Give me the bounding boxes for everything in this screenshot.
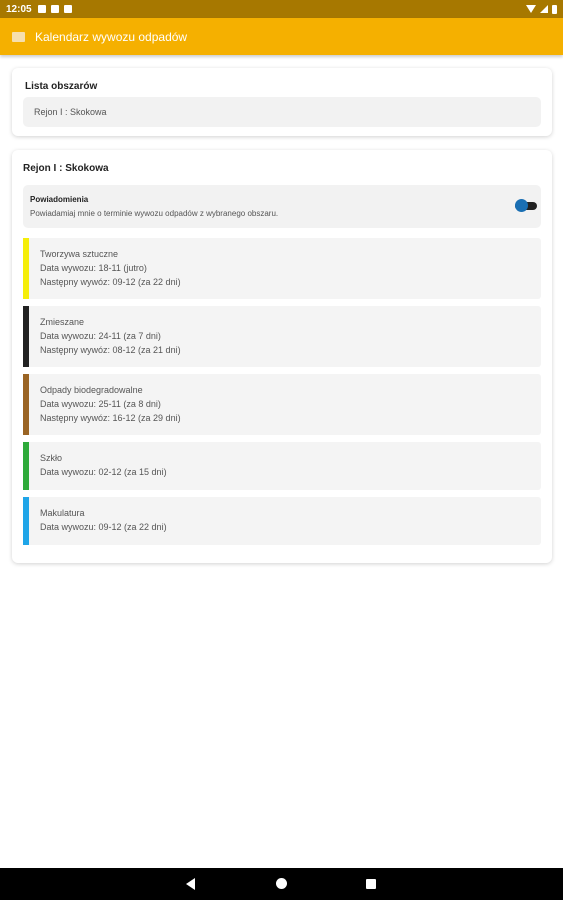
waste-color-bar	[23, 442, 29, 490]
waste-color-bar	[23, 374, 29, 435]
battery-icon	[552, 4, 557, 14]
waste-color-bar	[23, 238, 29, 299]
notifications-toggle[interactable]	[515, 199, 537, 212]
waste-item-glass[interactable]: Szkło Data wywozu: 02-12 (za 15 dni)	[23, 442, 541, 490]
app-title: Kalendarz wywozu odpadów	[35, 29, 188, 44]
notifications-title: Powiadomienia	[30, 195, 89, 204]
waste-name: Tworzywa sztuczne	[40, 249, 119, 259]
waste-name: Szkło	[40, 453, 63, 463]
area-list-title: Lista obszarów	[25, 81, 98, 92]
status-bar: 12:05	[0, 0, 563, 18]
waste-item-plastic[interactable]: Tworzywa sztuczne Data wywozu: 18-11 (ju…	[23, 238, 541, 299]
back-icon[interactable]	[186, 878, 195, 890]
waste-next-date: Następny wywóz: 16-12 (za 29 dni)	[40, 413, 181, 423]
notification-icon	[50, 5, 59, 13]
waste-next-date: Następny wywóz: 08-12 (za 21 dni)	[40, 345, 181, 355]
waste-name: Odpady biodegradowalne	[40, 385, 143, 395]
waste-item-biodegradable[interactable]: Odpady biodegradowalne Data wywozu: 25-1…	[23, 374, 541, 435]
app-bar: Kalendarz wywozu odpadów	[0, 18, 563, 55]
notification-icon	[37, 5, 46, 13]
waste-next-date: Następny wywóz: 09-12 (za 22 dni)	[40, 277, 181, 287]
waste-color-bar	[23, 497, 29, 545]
region-card: Rejon I : Skokowa Powiadomienia Powiadam…	[12, 150, 552, 563]
waste-item-paper[interactable]: Makulatura Data wywozu: 09-12 (za 22 dni…	[23, 497, 541, 545]
status-time: 12:05	[6, 3, 32, 15]
waste-item-mixed[interactable]: Zmieszane Data wywozu: 24-11 (za 7 dni) …	[23, 306, 541, 367]
waste-name: Zmieszane	[40, 317, 85, 327]
waste-name: Makulatura	[40, 508, 85, 518]
home-icon[interactable]	[276, 878, 287, 889]
waste-color-bar	[23, 306, 29, 367]
recent-apps-icon[interactable]	[366, 879, 376, 889]
calendar-icon	[12, 31, 25, 42]
area-select[interactable]: Rejon I : Skokowa	[23, 97, 541, 127]
waste-date: Data wywozu: 25-11 (za 8 dni)	[40, 399, 161, 409]
notification-icon	[63, 5, 72, 13]
waste-date: Data wywozu: 24-11 (za 7 dni)	[40, 331, 161, 341]
notifications-description: Powiadamiaj mnie o terminie wywozu odpad…	[30, 209, 279, 218]
waste-date: Data wywozu: 02-12 (za 15 dni)	[40, 467, 167, 477]
area-list-card: Lista obszarów Rejon I : Skokowa	[12, 68, 552, 136]
wifi-icon	[526, 5, 536, 13]
signal-icon	[540, 5, 548, 13]
waste-date: Data wywozu: 09-12 (za 22 dni)	[40, 522, 167, 532]
toggle-thumb	[515, 199, 528, 212]
notifications-panel: Powiadomienia Powiadamiaj mnie o termini…	[23, 185, 541, 228]
navigation-bar	[0, 868, 563, 900]
area-select-value: Rejon I : Skokowa	[34, 107, 107, 117]
waste-date: Data wywozu: 18-11 (jutro)	[40, 263, 147, 273]
region-title: Rejon I : Skokowa	[23, 163, 109, 174]
